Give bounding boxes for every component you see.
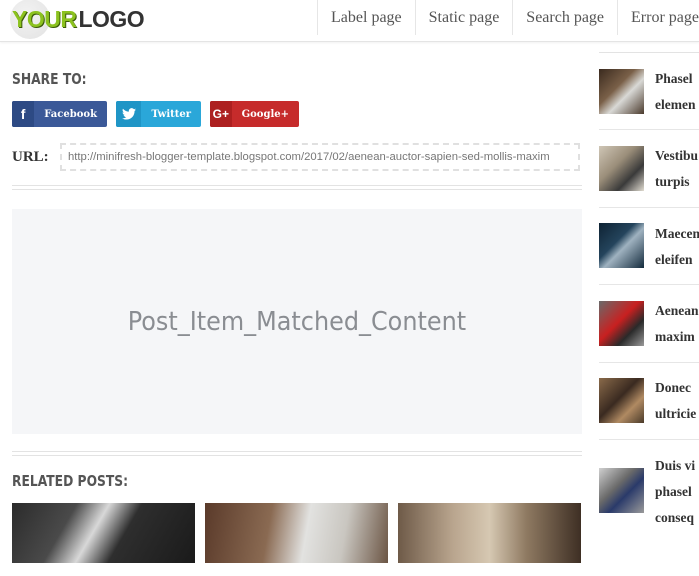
site-logo[interactable]: YOUR LOGO xyxy=(10,0,145,39)
nav-static-page[interactable]: Static page xyxy=(414,0,513,35)
related-post-thumbnail[interactable] xyxy=(205,503,388,563)
share-buttons: f Facebook Twitter G+ Google+ xyxy=(12,101,299,127)
related-post-thumbnail[interactable] xyxy=(398,503,581,563)
nav-search-page[interactable]: Search page xyxy=(512,0,617,35)
sidebar-post-title[interactable]: Phasel elemen xyxy=(655,66,695,118)
related-post-thumbnail[interactable] xyxy=(12,503,195,563)
sidebar-post-title[interactable]: Vestibu turpis xyxy=(655,143,698,195)
facebook-label: Facebook xyxy=(44,108,97,120)
twitter-share-button[interactable]: Twitter xyxy=(116,101,201,127)
share-title: SHARE TO: xyxy=(12,70,87,88)
divider xyxy=(599,207,699,208)
title-line: phasel xyxy=(655,484,692,499)
divider xyxy=(599,52,699,53)
googleplus-share-button[interactable]: G+ Google+ xyxy=(210,101,299,127)
logo-logo: LOGO xyxy=(78,5,145,32)
title-line: Aenean xyxy=(655,303,699,318)
sidebar-post-thumbnail[interactable] xyxy=(599,378,644,423)
divider xyxy=(599,129,699,130)
divider xyxy=(12,451,582,456)
title-line: Duis vi xyxy=(655,458,696,473)
title-line: eleifen xyxy=(655,252,693,267)
twitter-icon xyxy=(116,101,142,127)
related-posts-title: RELATED POSTS: xyxy=(12,472,129,490)
facebook-share-button[interactable]: f Facebook xyxy=(12,101,107,127)
site-header: YOUR LOGO Label page Static page Search … xyxy=(0,0,699,42)
sidebar-post-title[interactable]: Donec ultricie xyxy=(655,375,696,427)
related-posts-list xyxy=(12,503,581,563)
title-line: maxim xyxy=(655,329,695,344)
nav-label-page[interactable]: Label page xyxy=(317,0,415,35)
logo-your: YOUR xyxy=(12,5,77,32)
sidebar-post-title[interactable]: Duis vi phasel conseq xyxy=(655,453,695,531)
sidebar-post-thumbnail[interactable] xyxy=(599,146,644,191)
title-line: conseq xyxy=(655,510,695,525)
divider xyxy=(12,185,582,190)
title-line: ultricie xyxy=(655,406,697,421)
nav-error-page[interactable]: Error page xyxy=(617,0,699,35)
url-label: URL: xyxy=(12,149,49,165)
title-line: turpis xyxy=(655,174,690,189)
post-url-field[interactable]: http://minifresh-blogger-template.blogsp… xyxy=(60,143,580,171)
title-line: Phasel xyxy=(655,71,693,86)
matched-content-placeholder: Post_Item_Matched_Content xyxy=(12,209,582,434)
title-line: Vestibu xyxy=(655,148,699,163)
facebook-icon: f xyxy=(12,101,35,127)
divider xyxy=(599,362,699,363)
googleplus-icon: G+ xyxy=(210,101,232,127)
twitter-label: Twitter xyxy=(151,108,191,120)
googleplus-label: Google+ xyxy=(241,108,289,120)
title-line: elemen xyxy=(655,97,696,112)
sidebar-post-thumbnail[interactable] xyxy=(599,468,644,513)
title-line: Donec xyxy=(655,380,691,395)
title-line: Maecen xyxy=(655,226,699,241)
sidebar-post-thumbnail[interactable] xyxy=(599,301,644,346)
logo-text: YOUR LOGO xyxy=(12,5,145,33)
main-nav: Label page Static page Search page Error… xyxy=(317,0,699,35)
matched-content-label: Post_Item_Matched_Content xyxy=(127,306,467,337)
sidebar-post-thumbnail[interactable] xyxy=(599,69,644,114)
sidebar-post-thumbnail[interactable] xyxy=(599,223,644,268)
divider xyxy=(599,284,699,285)
sidebar-post-title[interactable]: Maecen eleifen xyxy=(655,221,699,273)
sidebar-post-title[interactable]: Aenean maxim xyxy=(655,298,699,350)
divider xyxy=(599,439,699,440)
